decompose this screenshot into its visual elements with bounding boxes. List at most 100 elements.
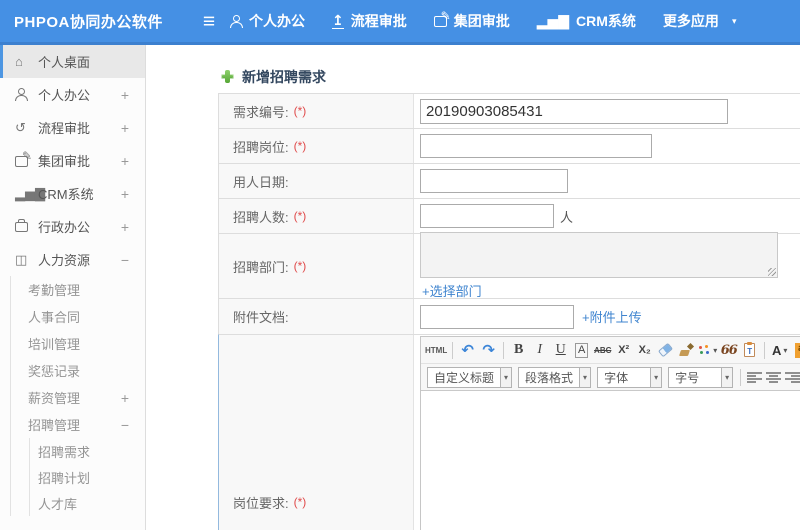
- sidebar-item-label: 流程审批: [38, 121, 91, 136]
- expand-icon[interactable]: +: [121, 87, 129, 103]
- underline-button[interactable]: U: [551, 339, 570, 361]
- field-label: 招聘人数: (*): [219, 199, 414, 233]
- topnav-workflow-approval[interactable]: ↥ 流程审批: [332, 11, 407, 31]
- align-center-button[interactable]: [766, 371, 782, 383]
- sidebar-item-group-approval[interactable]: 集团审批 +: [0, 144, 145, 177]
- sidebar-item-human-resources[interactable]: ◫ 人力资源 −: [0, 243, 145, 276]
- custom-title-select[interactable]: 自定义标题 ▾: [427, 366, 513, 388]
- italic-button[interactable]: I: [530, 339, 549, 361]
- clipboard-icon: T: [744, 342, 756, 357]
- topnav-crm-system[interactable]: ▂▅▇ CRM系统: [537, 11, 636, 31]
- position-input[interactable]: [420, 134, 652, 158]
- sidebar-item-label: 人才库: [38, 496, 78, 512]
- sidebar-item-label: 奖惩记录: [28, 364, 81, 379]
- bar-chart-icon: ▂▅▇: [15, 185, 45, 201]
- bold-button[interactable]: B: [509, 339, 528, 361]
- expand-icon[interactable]: +: [121, 390, 129, 406]
- sidebar-item-admin-office[interactable]: 行政办公 +: [0, 210, 145, 243]
- topnav-more-apps[interactable]: 更多应用 ▾: [663, 11, 737, 31]
- expand-icon[interactable]: +: [121, 186, 129, 202]
- sidebar-item-label: 个人桌面: [38, 55, 91, 70]
- edit-box-icon: [15, 149, 38, 167]
- sidebar-item-talent-pool[interactable]: 人才库: [30, 490, 145, 516]
- expand-icon[interactable]: +: [121, 219, 129, 235]
- sidebar-item-salary[interactable]: 薪资管理 +: [11, 384, 145, 411]
- menu-toggle-icon[interactable]: ≡: [188, 11, 230, 32]
- collapse-icon[interactable]: −: [121, 252, 129, 268]
- add-plus-icon: [221, 70, 234, 83]
- sidebar-item-rewards[interactable]: 奖惩记录: [11, 357, 145, 384]
- sidebar-item-label: 培训管理: [28, 337, 81, 352]
- topnav-group-approval[interactable]: 集团审批: [433, 9, 510, 31]
- topnav-personal-office[interactable]: 个人办公: [230, 11, 305, 31]
- chevron-down-icon: ▾: [713, 345, 718, 355]
- headcount-input[interactable]: [420, 204, 554, 228]
- sidebar: ⌂ 个人桌面 个人办公 + ↺ 流程审批 + 集团审批 + ▂▅▇ CRM系统 …: [0, 45, 146, 530]
- sidebar-item-crm-system[interactable]: ▂▅▇ CRM系统 +: [0, 177, 145, 210]
- editor-content-area[interactable]: [421, 391, 800, 530]
- blockquote-button[interactable]: 66: [719, 339, 738, 361]
- highlight-color-button[interactable]: a: [791, 339, 800, 361]
- page-header: 新增招聘需求: [146, 45, 800, 93]
- label-text: 岗位要求:: [233, 495, 289, 511]
- expand-icon[interactable]: +: [121, 153, 129, 169]
- hr-submenu: 考勤管理 人事合同 培训管理 奖惩记录 薪资管理 + 招聘管理 − 招聘需求 招…: [10, 276, 145, 516]
- sidebar-item-training[interactable]: 培训管理: [11, 330, 145, 357]
- sidebar-item-personal-office[interactable]: 个人办公 +: [0, 78, 145, 111]
- editor-toolbar-row1: HTML ↶ ↷ B I U A ABC X² X₂ ▾ 66 T A ▾: [421, 337, 800, 364]
- format-paint-button[interactable]: [677, 339, 696, 361]
- align-left-button[interactable]: [747, 371, 763, 383]
- font-size-select[interactable]: 字号 ▾: [668, 366, 734, 388]
- hire-date-input[interactable]: [420, 169, 568, 193]
- department-textarea-wrap: [420, 232, 778, 278]
- select-department-link[interactable]: +选择部门: [422, 281, 482, 300]
- strikethrough-button[interactable]: ABC: [593, 339, 612, 361]
- sidebar-item-recruitment[interactable]: 招聘管理 −: [11, 411, 145, 438]
- undo-button[interactable]: ↶: [458, 339, 477, 361]
- app-logo[interactable]: PHPOA协同办公软件: [0, 11, 188, 32]
- font-color-button[interactable]: A ▾: [770, 339, 789, 361]
- format-clear-button[interactable]: [656, 339, 675, 361]
- attachment-upload-link[interactable]: +附件上传: [582, 307, 642, 326]
- required-marker: (*): [293, 209, 307, 223]
- attachment-input[interactable]: [420, 304, 574, 329]
- sidebar-item-workflow-approval[interactable]: ↺ 流程审批 +: [0, 111, 145, 144]
- recruitment-submenu: 招聘需求 招聘计划 人才库: [29, 438, 145, 516]
- required-marker: (*): [293, 104, 307, 118]
- align-right-button[interactable]: [785, 371, 800, 383]
- form-row-headcount: 招聘人数: (*) 人: [218, 198, 800, 233]
- edit-box-icon: [433, 9, 451, 27]
- font-family-select[interactable]: 字体 ▾: [597, 366, 663, 388]
- field-label: 需求编号: (*): [219, 94, 414, 128]
- sidebar-item-hr-contract[interactable]: 人事合同: [11, 303, 145, 330]
- topnav-label: 集团审批: [453, 13, 510, 29]
- collapse-icon[interactable]: −: [121, 417, 129, 433]
- top-navigation: 个人办公 ↥ 流程审批 集团审批 ▂▅▇ CRM系统 更多应用 ▾: [230, 9, 763, 31]
- field-label: 用人日期:: [219, 164, 414, 198]
- redo-button[interactable]: ↷: [479, 339, 498, 361]
- sidebar-item-recruit-plan[interactable]: 招聘计划: [30, 464, 145, 490]
- rich-text-editor: HTML ↶ ↷ B I U A ABC X² X₂ ▾ 66 T A ▾ 自定…: [420, 336, 800, 530]
- color-palette-button[interactable]: ▾: [698, 339, 717, 361]
- subscript-button[interactable]: X₂: [635, 339, 654, 361]
- superscript-button[interactable]: X²: [614, 339, 633, 361]
- sidebar-item-attendance[interactable]: 考勤管理: [11, 276, 145, 303]
- sidebar-item-label: 个人办公: [38, 88, 91, 103]
- chevron-down-icon: ▾: [783, 345, 788, 355]
- paragraph-format-select[interactable]: 段落格式 ▾: [518, 366, 592, 388]
- workflow-icon: ↥: [332, 12, 344, 29]
- html-source-button[interactable]: HTML: [425, 339, 447, 361]
- sidebar-item-personal-desktop[interactable]: ⌂ 个人桌面: [0, 45, 145, 78]
- form-row-job-requirements: 岗位要求: (*) HTML ↶ ↷ B I U A ABC X² X₂ ▾ 6…: [218, 334, 800, 530]
- department-textarea[interactable]: [420, 232, 778, 278]
- sidebar-item-label: 集团审批: [38, 154, 91, 169]
- sidebar-item-recruit-demand[interactable]: 招聘需求: [30, 438, 145, 464]
- demand-no-input[interactable]: [420, 98, 728, 124]
- sidebar-item-label: 薪资管理: [28, 391, 81, 406]
- font-border-button[interactable]: A: [575, 342, 589, 358]
- form-row-position: 招聘岗位: (*): [218, 128, 800, 163]
- expand-icon[interactable]: +: [121, 120, 129, 136]
- field-value: HTML ↶ ↷ B I U A ABC X² X₂ ▾ 66 T A ▾ 自定…: [414, 335, 800, 530]
- field-label: 招聘部门: (*): [219, 234, 414, 298]
- paste-from-word-button[interactable]: T: [740, 339, 759, 361]
